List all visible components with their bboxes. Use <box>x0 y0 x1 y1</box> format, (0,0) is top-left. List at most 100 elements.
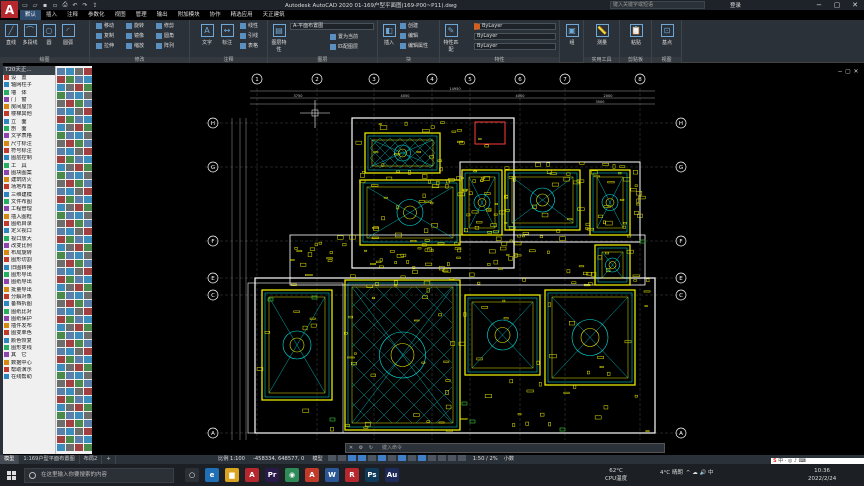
tool-strip-button[interactable] <box>75 268 83 275</box>
tool-strip-button[interactable] <box>75 228 83 235</box>
tool-strip-button[interactable] <box>84 244 92 251</box>
tool-strip-button[interactable] <box>75 356 83 363</box>
tool-strip-button[interactable] <box>57 212 65 219</box>
tool-strip-button[interactable] <box>84 420 92 427</box>
tool-strip-button[interactable] <box>75 196 83 203</box>
trim-tool[interactable]: 修剪 <box>156 22 174 30</box>
edit-attributes-tool[interactable]: 编辑属性 <box>400 42 428 50</box>
t20-item-20[interactable]: 图纸目录 <box>3 220 55 228</box>
taskbar-app-icon[interactable]: A <box>245 468 259 482</box>
t20-item-31[interactable]: 备档拆图 <box>3 301 55 308</box>
t20-item-6[interactable]: 立 面 <box>3 118 55 126</box>
tool-strip-button[interactable] <box>66 300 74 307</box>
tool-strip-button[interactable] <box>66 380 74 387</box>
tool-strip-button[interactable] <box>66 180 74 187</box>
tool-strip-button[interactable] <box>84 100 92 107</box>
new-icon[interactable]: ▭ <box>20 0 30 10</box>
tool-strip-button[interactable] <box>57 324 65 331</box>
tool-strip-button[interactable] <box>66 108 74 115</box>
mirror-tool[interactable]: 镜像 <box>126 32 144 40</box>
tool-strip-button[interactable] <box>66 92 74 99</box>
tool-strip-button[interactable] <box>75 140 83 147</box>
layer-select[interactable]: A-平面布置图 <box>290 23 374 30</box>
t20-item-25[interactable]: 图形切割 <box>3 257 55 264</box>
tool-strip-button[interactable] <box>57 84 65 91</box>
login-button[interactable]: 登录 <box>730 1 741 9</box>
t20-item-0[interactable]: 设 置 <box>3 75 55 82</box>
tool-strip-button[interactable] <box>75 188 83 195</box>
lineweight-select[interactable]: ByLayer <box>474 43 556 50</box>
tool-strip-button[interactable] <box>75 388 83 395</box>
t20-item-30[interactable]: 分解对象 <box>3 293 55 301</box>
viewport-restore-icon[interactable]: ▢ <box>844 68 852 75</box>
status-toggle-icon[interactable] <box>367 454 376 461</box>
start-button[interactable] <box>0 464 22 486</box>
tool-strip-button[interactable] <box>84 380 92 387</box>
tool-strip-button[interactable] <box>57 236 65 243</box>
taskbar-app-icon[interactable]: A <box>305 468 319 482</box>
status-toggle-icon[interactable] <box>387 454 396 461</box>
t20-item-23[interactable]: 改变比例 <box>3 242 55 250</box>
t20-item-26[interactable]: 旧图转换 <box>3 264 55 272</box>
table-tool[interactable]: 表格 <box>240 42 258 50</box>
tool-strip-button[interactable] <box>57 412 65 419</box>
command-line[interactable]: ✕ ⚙ ↻ 键入命令 <box>345 443 665 453</box>
tool-strip-button[interactable] <box>57 180 65 187</box>
save-icon[interactable]: ▪ <box>40 0 50 10</box>
tool-strip-button[interactable] <box>84 300 92 307</box>
tool-strip-button[interactable] <box>75 180 83 187</box>
copy-tool[interactable]: 复制 <box>96 32 114 40</box>
t20-item-15[interactable]: 场地布置 <box>3 184 55 191</box>
t20-item-7[interactable]: 剖 面 <box>3 126 55 133</box>
match-properties-tool[interactable]: ✎ 特性匹配 <box>442 24 460 53</box>
t20-item-16[interactable]: 三维建模 <box>3 191 55 199</box>
tool-strip-button[interactable] <box>66 116 74 123</box>
print-icon[interactable]: ⎙ <box>60 0 70 10</box>
tool-strip-button[interactable] <box>75 340 83 347</box>
tool-strip-button[interactable] <box>66 420 74 427</box>
tool-strip-button[interactable] <box>66 364 74 371</box>
tool-strip-button[interactable] <box>84 284 92 291</box>
tool-strip-button[interactable] <box>66 268 74 275</box>
tool-strip-button[interactable] <box>66 324 74 331</box>
tool-strip-button[interactable] <box>84 164 92 171</box>
tool-strip-button[interactable] <box>84 428 92 435</box>
tool-strip-button[interactable] <box>57 300 65 307</box>
tool-strip-button[interactable] <box>57 244 65 251</box>
tool-strip-button[interactable] <box>57 348 65 355</box>
layer-properties-tool[interactable]: ▤ 图层特性 <box>270 24 288 53</box>
tool-strip-button[interactable] <box>57 124 65 131</box>
tool-strip-button[interactable] <box>75 92 83 99</box>
tool-strip-button[interactable] <box>57 436 65 443</box>
tool-strip-button[interactable] <box>84 356 92 363</box>
tool-strip-button[interactable] <box>66 284 74 291</box>
t20-item-8[interactable]: 文字表格 <box>3 133 55 140</box>
share-icon[interactable]: ⇪ <box>90 0 100 10</box>
tool-strip-button[interactable] <box>57 396 65 403</box>
insert-block-tool[interactable]: ◧ 插入 <box>380 24 398 46</box>
tool-strip-button[interactable] <box>75 316 83 323</box>
taskbar-app-icon[interactable]: ◉ <box>285 468 299 482</box>
tool-strip-button[interactable] <box>57 364 65 371</box>
status-toggle-icon[interactable] <box>407 454 416 461</box>
redo-icon[interactable]: ↷ <box>80 0 90 10</box>
tool-strip-button[interactable] <box>66 132 74 139</box>
tool-strip-button[interactable] <box>75 148 83 155</box>
tool-strip-button[interactable] <box>57 140 65 147</box>
status-toggle-icon[interactable] <box>447 454 456 461</box>
tool-strip-button[interactable] <box>84 268 92 275</box>
tool-strip-button[interactable] <box>57 108 65 115</box>
t20-item-34[interactable]: 插件发布 <box>3 323 55 330</box>
tool-strip-button[interactable] <box>75 108 83 115</box>
minimize-icon[interactable]: − <box>810 0 828 10</box>
t20-item-21[interactable]: 定义视口 <box>3 228 55 235</box>
tool-strip-button[interactable] <box>66 84 74 91</box>
layout-tab-3[interactable]: + <box>102 455 116 464</box>
tool-strip-button[interactable] <box>84 140 92 147</box>
tool-strip-button[interactable] <box>66 388 74 395</box>
taskbar-app-icon[interactable]: Ps <box>365 468 379 482</box>
layout-tab-2[interactable]: 布局2 <box>80 455 103 464</box>
move-tool[interactable]: 移动 <box>96 22 114 30</box>
tool-strip-button[interactable] <box>84 260 92 267</box>
tool-strip-button[interactable] <box>57 380 65 387</box>
